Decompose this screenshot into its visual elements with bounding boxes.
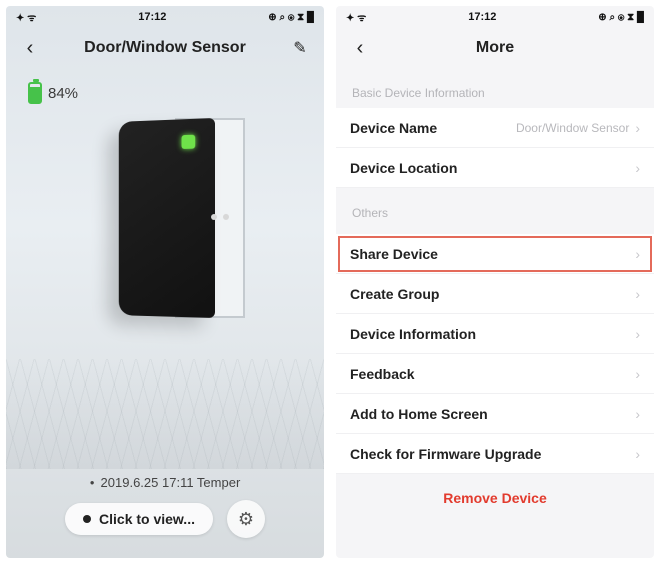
hinge-dot-icon	[211, 214, 217, 220]
click-to-view-button[interactable]: Click to view...	[65, 503, 213, 535]
header: ‹ More	[336, 28, 654, 68]
page-title: Door/Window Sensor	[42, 39, 288, 57]
chevron-left-icon: ‹	[27, 37, 34, 60]
row-device-name[interactable]: Device Name Door/Window Sensor ›	[336, 108, 654, 148]
settings-button[interactable]: ⚙	[227, 500, 265, 538]
status-time: 17:12	[138, 11, 166, 23]
door-illustration	[6, 108, 324, 348]
row-device-location[interactable]: Device Location ›	[336, 148, 654, 188]
door-panel	[119, 118, 215, 318]
back-button[interactable]: ‹	[18, 36, 42, 60]
row-create-group[interactable]: Create Group ›	[336, 274, 654, 314]
chevron-right-icon: ›	[635, 406, 640, 422]
event-log-text: 2019.6.25 17:11 Temper	[101, 475, 241, 490]
battery-percent: 84%	[48, 85, 78, 102]
device-screen: ✦ ᯤ 17:12 ⊕ ⌕ ⦿ ⧗ █ ‹ Door/Window Sensor…	[6, 6, 324, 558]
bottom-row: Click to view... ⚙	[6, 500, 324, 558]
row-add-to-home[interactable]: Add to Home Screen ›	[336, 394, 654, 434]
header: ‹ Door/Window Sensor ✎	[6, 28, 324, 68]
status-left: ✦ ᯤ	[16, 10, 36, 24]
chevron-right-icon: ›	[635, 120, 640, 136]
section-others-label: Others	[336, 188, 654, 228]
status-time: 17:12	[468, 11, 496, 23]
device-name-label: Device Name	[350, 120, 437, 136]
status-right: ⊕ ⌕ ⦿ ⧗ █	[268, 12, 314, 23]
section-basic-label: Basic Device Information	[336, 68, 654, 108]
status-bar: ✦ ᯤ 17:12 ⊕ ⌕ ⦿ ⧗ █	[336, 6, 654, 28]
status-left: ✦ ᯤ	[346, 10, 366, 24]
chevron-right-icon: ›	[635, 446, 640, 462]
chevron-right-icon: ›	[635, 160, 640, 176]
more-screen: ✦ ᯤ 17:12 ⊕ ⌕ ⦿ ⧗ █ ‹ More Basic Device …	[336, 6, 654, 558]
hinge-dot-icon	[223, 214, 229, 220]
status-right: ⊕ ⌕ ⦿ ⧗ █	[598, 12, 644, 23]
firmware-upgrade-label: Check for Firmware Upgrade	[350, 446, 541, 462]
back-button[interactable]: ‹	[348, 36, 372, 60]
floor-grid	[6, 359, 324, 469]
edit-icon: ✎	[293, 38, 306, 58]
chevron-right-icon: ›	[635, 326, 640, 342]
gear-icon: ⚙	[238, 509, 254, 530]
chevron-left-icon: ‹	[357, 37, 364, 60]
share-device-label: Share Device	[350, 246, 438, 262]
page-title: More	[372, 39, 618, 57]
device-name-value: Door/Window Sensor	[516, 121, 629, 135]
status-bar: ✦ ᯤ 17:12 ⊕ ⌕ ⦿ ⧗ █	[6, 6, 324, 28]
scene-wrap	[6, 108, 324, 469]
row-feedback[interactable]: Feedback ›	[336, 354, 654, 394]
bullet-icon: ●	[90, 478, 95, 487]
edit-button[interactable]: ✎	[288, 36, 312, 60]
remove-device-button[interactable]: Remove Device	[336, 474, 654, 522]
add-to-home-label: Add to Home Screen	[350, 406, 488, 422]
dot-icon	[83, 515, 91, 523]
row-device-information[interactable]: Device Information ›	[336, 314, 654, 354]
row-share-device[interactable]: Share Device ›	[336, 234, 654, 274]
chevron-right-icon: ›	[635, 286, 640, 302]
chevron-right-icon: ›	[635, 246, 640, 262]
chevron-right-icon: ›	[635, 366, 640, 382]
battery-row: 84%	[6, 68, 324, 108]
device-information-label: Device Information	[350, 326, 476, 342]
sensor-led-icon	[182, 135, 196, 149]
row-firmware-upgrade[interactable]: Check for Firmware Upgrade ›	[336, 434, 654, 474]
header-spacer	[618, 36, 642, 60]
device-location-label: Device Location	[350, 160, 457, 176]
create-group-label: Create Group	[350, 286, 439, 302]
event-log-line: ● 2019.6.25 17:11 Temper	[6, 469, 324, 500]
click-to-view-label: Click to view...	[99, 511, 195, 527]
battery-icon	[28, 82, 42, 104]
feedback-label: Feedback	[350, 366, 415, 382]
